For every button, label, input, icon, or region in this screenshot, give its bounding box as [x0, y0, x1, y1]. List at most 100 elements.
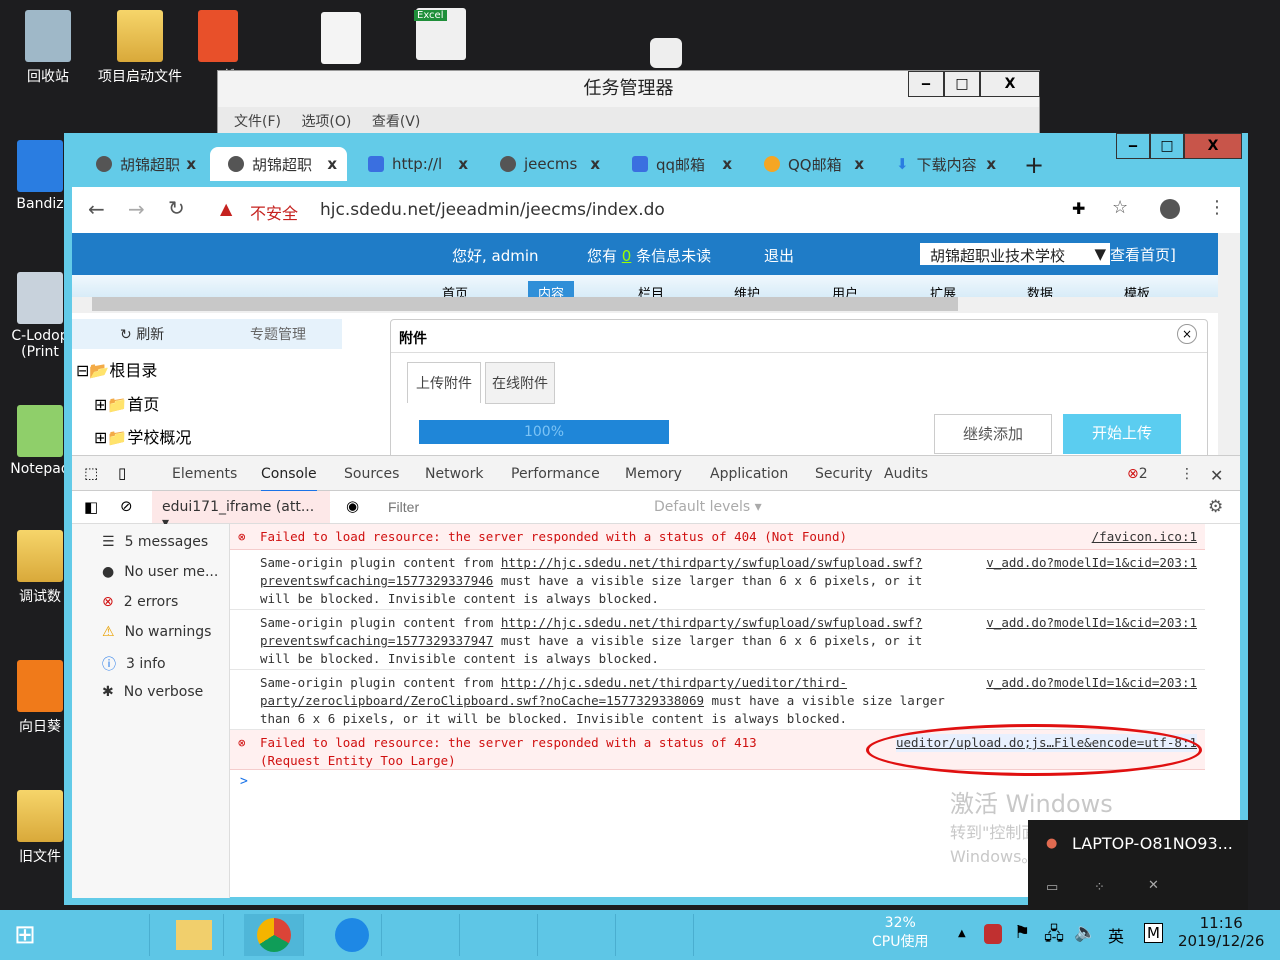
sidebar-messages[interactable]: ☰ 5 messages	[102, 534, 208, 550]
tab-1[interactable]: 胡锦超职 x	[210, 147, 347, 181]
maximize-button[interactable]: □	[1150, 133, 1184, 159]
tree-node-home[interactable]: ⊞📁首页	[94, 391, 159, 415]
tab-console[interactable]: Console	[261, 466, 317, 492]
logout-link[interactable]: 退出	[764, 245, 794, 266]
apps-icon[interactable]: ⁘	[1094, 880, 1105, 895]
close-tab-icon[interactable]: x	[722, 155, 732, 173]
tray-expand-icon[interactable]: ▲	[958, 928, 966, 939]
taskbar-app-explorer[interactable]	[164, 914, 224, 956]
tree-node-school[interactable]: ⊞📁学校概况	[94, 424, 191, 448]
taskbar-app-java2[interactable]	[556, 914, 616, 956]
close-button[interactable]: X	[1184, 133, 1242, 159]
inspect-icon[interactable]: ⬚	[84, 464, 98, 482]
tab-sources[interactable]: Sources	[344, 466, 399, 482]
filter-input[interactable]	[384, 494, 634, 520]
device-toggle-icon[interactable]: ▯	[118, 464, 126, 482]
new-tab-button[interactable]: +	[1024, 151, 1044, 179]
refresh-button[interactable]: ↻ 刷新	[120, 324, 164, 344]
tree-root[interactable]: ⊟📂根目录	[76, 357, 157, 381]
source-link[interactable]: /favicon.ico:1	[1092, 528, 1197, 546]
tab-6[interactable]: ⬇ 下载内容 x	[878, 147, 1006, 181]
desktop-icon-project-folder[interactable]: 项目启动文件	[95, 10, 185, 86]
close-tab-icon[interactable]: x	[186, 155, 196, 173]
flag-icon[interactable]: ⚑	[1014, 922, 1030, 943]
ime-mode[interactable]: M	[1144, 923, 1163, 943]
close-button[interactable]: X	[980, 71, 1040, 97]
minimize-button[interactable]: ‒	[1116, 133, 1150, 159]
url-text[interactable]: hjc.sdedu.net/jeeadmin/jeecms/index.do	[320, 200, 665, 220]
source-link[interactable]: v_add.do?modelId=1&cid=203:1	[986, 614, 1197, 632]
close-tab-icon[interactable]: x	[590, 155, 600, 173]
desktop-icon-excel[interactable]: Excel	[396, 8, 486, 64]
sidebar-info[interactable]: ⓘ 3 info	[102, 654, 166, 674]
messages-link[interactable]: 您有 0 条信息未读	[587, 245, 711, 266]
tab-3[interactable]: jeecms x	[482, 147, 610, 181]
taskbar-app-notepadpp[interactable]	[634, 914, 694, 956]
source-link[interactable]: v_add.do?modelId=1&cid=203:1	[986, 674, 1197, 692]
site-select[interactable]: 胡锦超职业技术学校 ▼	[920, 243, 1110, 265]
star-icon[interactable]: ☆	[1112, 197, 1128, 218]
network-icon[interactable]: 🖧	[1044, 922, 1064, 952]
source-link[interactable]: v_add.do?modelId=1&cid=203:1	[986, 554, 1197, 572]
taskbar-app-browser[interactable]	[322, 914, 382, 956]
sidebar-warnings[interactable]: ⚠ No warnings	[102, 624, 211, 640]
tab-network[interactable]: Network	[425, 466, 483, 482]
menu-view[interactable]: 查看(V)	[372, 114, 421, 130]
desktop-icon-file[interactable]	[296, 12, 386, 68]
maximize-button[interactable]: □	[944, 71, 980, 97]
context-select[interactable]: edui171_iframe (att... ▾	[152, 491, 330, 531]
menu-file[interactable]: 文件(F)	[234, 114, 281, 130]
tab-4[interactable]: qq邮箱 x	[614, 147, 742, 181]
tab-upload[interactable]: 上传附件	[407, 362, 481, 403]
close-tab-icon[interactable]: x	[327, 155, 337, 173]
error-count-badge[interactable]: ⊗2	[1127, 466, 1148, 482]
task-manager-window[interactable]: 任务管理器 ‒ □ X 文件(F) 选项(O) 查看(V)	[217, 70, 1040, 135]
continue-add-button[interactable]: 继续添加	[934, 414, 1052, 454]
sidebar-toggle-icon[interactable]: ◧	[84, 498, 98, 516]
taskbar-app-java[interactable]	[478, 914, 538, 956]
vertical-scrollbar[interactable]	[1218, 233, 1240, 455]
more-icon[interactable]: ⋮	[1180, 466, 1194, 482]
taskbar-app-chrome[interactable]	[244, 914, 304, 956]
address-bar[interactable]: ▲ 不安全 hjc.sdedu.net/jeeadmin/jeecms/inde…	[208, 192, 1208, 228]
close-icon[interactable]: ×	[1177, 324, 1197, 344]
close-icon[interactable]: ✕	[1148, 878, 1159, 893]
clock[interactable]: 11:16 2019/12/26	[1178, 914, 1264, 950]
taskbar-app-monitor[interactable]	[400, 914, 460, 956]
sidebar-verbose[interactable]: ✱ No verbose	[102, 684, 203, 700]
profile-icon[interactable]	[1160, 199, 1180, 219]
chat-icon[interactable]: ▭	[1046, 880, 1058, 895]
close-tab-icon[interactable]: x	[854, 155, 864, 173]
clear-console-icon[interactable]: ⊘	[120, 497, 133, 515]
menu-icon[interactable]: ⋮	[1208, 197, 1226, 218]
sidebar-errors[interactable]: ⊗ 2 errors	[102, 594, 178, 610]
tab-2[interactable]: http://l x	[350, 147, 478, 181]
close-tab-icon[interactable]: x	[458, 155, 468, 173]
topic-manage-button[interactable]: 专题管理	[250, 324, 306, 344]
windows-start-icon[interactable]: ⊞	[14, 920, 36, 950]
tab-security[interactable]: Security	[815, 466, 873, 482]
horizontal-scrollbar[interactable]	[72, 297, 1218, 313]
tab-application[interactable]: Application	[710, 466, 788, 482]
reload-icon[interactable]: ↻	[168, 196, 185, 220]
close-icon[interactable]: ✕	[1210, 466, 1223, 485]
eye-icon[interactable]: ◉	[346, 497, 359, 515]
back-icon[interactable]: ←	[88, 197, 105, 221]
tray-app-icon[interactable]	[984, 924, 1002, 944]
taskbar-app-network[interactable]	[90, 914, 150, 956]
tab-elements[interactable]: Elements	[172, 466, 237, 482]
security-label[interactable]: 不安全	[250, 200, 298, 224]
tab-performance[interactable]: Performance	[511, 466, 600, 482]
shirt-icon[interactable]	[650, 38, 682, 68]
tab-memory[interactable]: Memory	[625, 466, 682, 482]
minimize-button[interactable]: ‒	[908, 71, 944, 97]
view-home-link[interactable]: 查看首页]	[1110, 244, 1176, 265]
settings-icon[interactable]: ⚙	[1208, 497, 1223, 517]
console-prompt[interactable]: >	[240, 774, 248, 789]
start-upload-button[interactable]: 开始上传	[1063, 414, 1181, 454]
desktop-icon-recycle-bin[interactable]: 回收站	[3, 10, 93, 86]
menu-options[interactable]: 选项(O)	[301, 114, 351, 130]
sidebar-user-messages[interactable]: ● No user me...	[102, 564, 218, 580]
close-tab-icon[interactable]: x	[986, 155, 996, 173]
extension-icon[interactable]: ✚	[1072, 199, 1085, 218]
